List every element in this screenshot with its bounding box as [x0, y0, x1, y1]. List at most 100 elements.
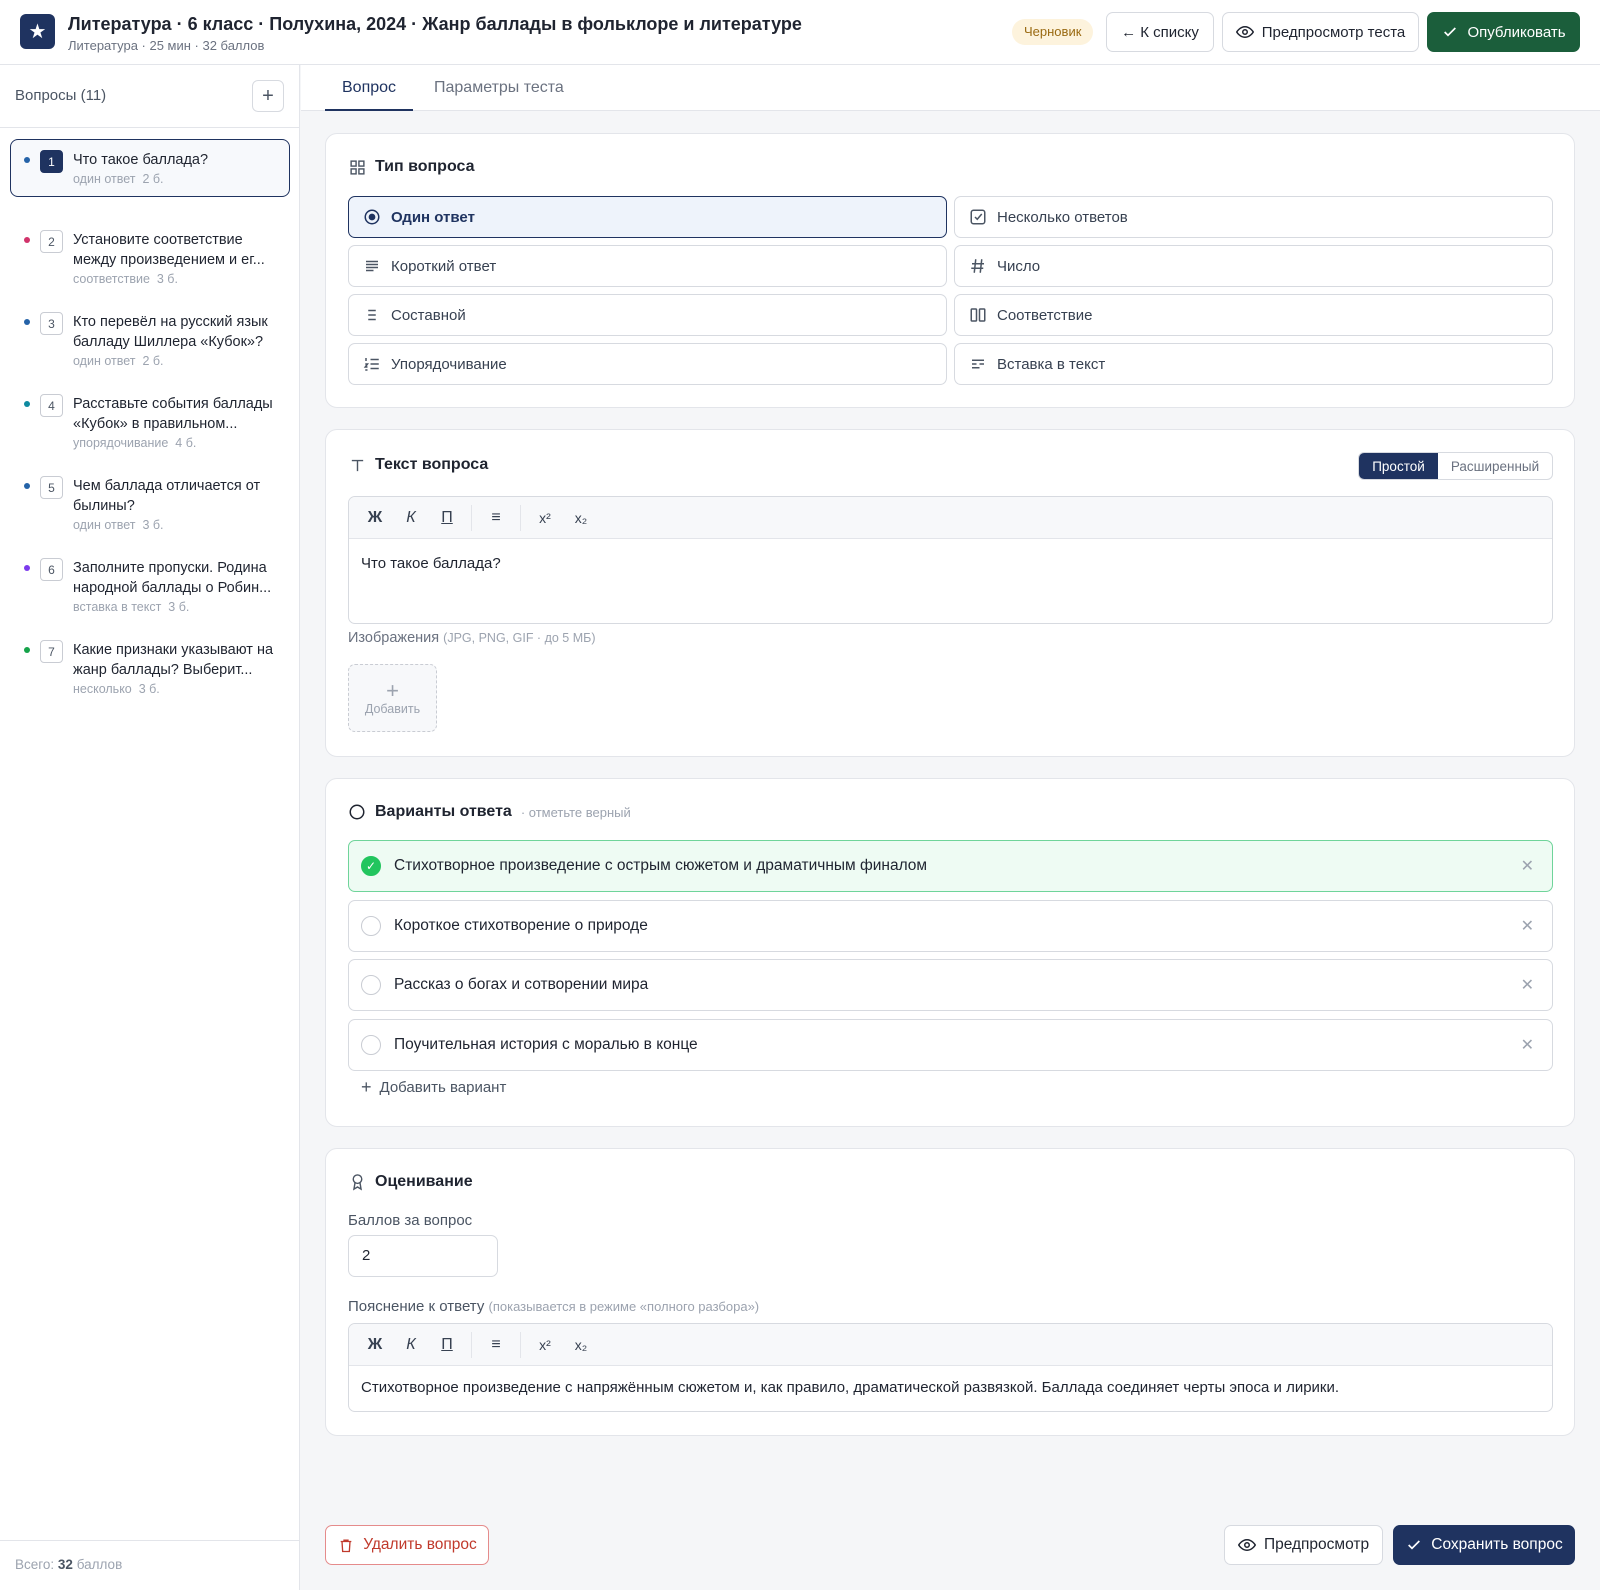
- hash-icon: [969, 257, 987, 275]
- text-type-icon: [348, 456, 366, 474]
- columns-icon: [969, 306, 987, 324]
- grading-heading: Оценивание: [348, 1173, 473, 1191]
- answer-option-text[interactable]: Поучительная история с моралью в конце: [394, 1036, 698, 1054]
- ordered-list-icon: [363, 355, 381, 373]
- toolbar-divider: [471, 504, 472, 531]
- question-item-6[interactable]: 6 Заполните пропуски. Родина народной ба…: [10, 547, 290, 629]
- radio-icon[interactable]: [361, 975, 381, 995]
- question-item-1[interactable]: 1 Что такое баллада? один ответ 2 б.: [10, 139, 290, 197]
- question-item-4[interactable]: 4 Расставьте события баллады «Кубок» в п…: [10, 383, 290, 465]
- mode-extended-button[interactable]: Расширенный: [1438, 453, 1552, 479]
- question-list: 1 Что такое баллада? один ответ 2 б. 2 У…: [10, 139, 290, 711]
- question-meta: упорядочивание 4 б.: [73, 436, 196, 450]
- type-label: Один ответ: [391, 208, 475, 226]
- question-item-7[interactable]: 7 Какие признаки указывают на жанр балла…: [10, 629, 290, 711]
- question-type: соответствие: [73, 272, 150, 286]
- question-text-editor: Ж К П ≡ x² x₂ Что такое баллада?: [348, 496, 1553, 624]
- add-question-button[interactable]: +: [252, 80, 284, 112]
- radio-circle-icon: [348, 803, 366, 821]
- radio-icon[interactable]: [361, 916, 381, 936]
- star-icon: ★: [20, 14, 55, 49]
- question-type-card: Тип вопроса Один ответ Несколько ответов…: [325, 133, 1575, 408]
- save-question-button[interactable]: Сохранить вопрос: [1393, 1525, 1575, 1565]
- question-type: один ответ: [73, 518, 136, 532]
- question-text-input[interactable]: Что такое баллада?: [349, 539, 1552, 623]
- question-title: Какие признаки указывают на жанр баллады…: [73, 642, 274, 678]
- question-number: 6: [40, 558, 63, 581]
- question-type: несколько: [73, 682, 132, 696]
- question-item-2[interactable]: 2 Установите соответствие между произвед…: [10, 219, 290, 301]
- add-option-label: Добавить вариант: [379, 1079, 507, 1096]
- bold-button[interactable]: Ж: [357, 503, 393, 533]
- points-label: Баллов за вопрос: [348, 1212, 473, 1229]
- check-circle-icon[interactable]: ✓: [361, 856, 381, 876]
- type-composite[interactable]: Составной: [348, 294, 947, 336]
- type-text-insert[interactable]: Вставка в текст: [954, 343, 1553, 385]
- total-points: Всего: 32 баллов: [0, 1540, 300, 1590]
- list-button[interactable]: ≡: [478, 503, 514, 533]
- radio-icon[interactable]: [361, 1035, 381, 1055]
- type-matching[interactable]: Соответствие: [954, 294, 1553, 336]
- points-input[interactable]: 2: [348, 1235, 498, 1277]
- underline-button[interactable]: П: [429, 1330, 465, 1360]
- answer-option: Короткое стихотворение о природе ✕: [348, 900, 1553, 952]
- questions-sidebar: Вопросы (11) + 1 Что такое баллада? один…: [0, 65, 300, 1590]
- subscript-button[interactable]: x₂: [563, 1330, 599, 1360]
- editor-toolbar: Ж К П ≡ x² x₂: [349, 1324, 1552, 1366]
- answer-option: Рассказ о богах и сотворении мира ✕: [348, 959, 1553, 1011]
- superscript-button[interactable]: x²: [527, 503, 563, 533]
- type-ordering[interactable]: Упорядочивание: [348, 343, 947, 385]
- sidebar-header: Вопросы (11) +: [0, 65, 300, 128]
- tab-test-settings[interactable]: Параметры теста: [417, 65, 581, 111]
- radio-target-icon: [363, 208, 381, 226]
- close-icon[interactable]: ✕: [1521, 975, 1534, 995]
- question-item-3[interactable]: 3 Кто перевёл на русский язык балладу Ши…: [10, 301, 290, 383]
- question-item-5[interactable]: 5 Чем баллада отличается от былины? один…: [10, 465, 290, 547]
- type-label: Число: [997, 257, 1041, 275]
- explanation-hint: (показывается в режиме «полного разбора»…: [488, 1299, 760, 1314]
- text-lines-icon: [363, 257, 381, 275]
- add-image-button[interactable]: + Добавить: [348, 664, 437, 732]
- question-number: 7: [40, 640, 63, 663]
- type-number[interactable]: Число: [954, 245, 1553, 287]
- type-single-answer[interactable]: Один ответ: [348, 196, 947, 238]
- type-label: Короткий ответ: [391, 257, 497, 275]
- preview-button[interactable]: Предпросмотр: [1224, 1525, 1383, 1565]
- question-type: один ответ: [73, 354, 136, 368]
- grading-card: Оценивание Баллов за вопрос 2 Пояснение …: [325, 1148, 1575, 1436]
- delete-question-button[interactable]: Удалить вопрос: [325, 1525, 489, 1565]
- back-to-list-button[interactable]: ← К списку: [1106, 12, 1214, 52]
- question-title: Кто перевёл на русский язык балладу Шилл…: [73, 314, 268, 350]
- question-points: 2 б.: [142, 354, 164, 368]
- question-type-title: Тип вопроса: [375, 158, 475, 175]
- subscript-button[interactable]: x₂: [563, 503, 599, 533]
- type-short-answer[interactable]: Короткий ответ: [348, 245, 947, 287]
- list-button[interactable]: ≡: [478, 1330, 514, 1360]
- check-icon: [1405, 1536, 1423, 1554]
- question-title: Что такое баллада?: [73, 152, 209, 168]
- superscript-button[interactable]: x²: [527, 1330, 563, 1360]
- question-text-title: Текст вопроса: [375, 456, 489, 473]
- images-hint: (JPG, PNG, GIF · до 5 МБ): [443, 631, 596, 645]
- total-points-prefix: Всего:: [15, 1557, 55, 1572]
- tab-question[interactable]: Вопрос: [325, 65, 414, 111]
- explanation-input[interactable]: Стихотворное произведение с напряжённым …: [349, 1366, 1552, 1411]
- explanation-editor: Ж К П ≡ x² x₂ Стихотворное произведение …: [348, 1323, 1553, 1412]
- italic-button[interactable]: К: [393, 1330, 429, 1360]
- underline-button[interactable]: П: [429, 503, 465, 533]
- type-multiple-answers[interactable]: Несколько ответов: [954, 196, 1553, 238]
- close-icon[interactable]: ✕: [1521, 856, 1534, 876]
- explanation-label-text: Пояснение к ответу: [348, 1298, 485, 1315]
- answer-option-text[interactable]: Стихотворное произведение с острым сюжет…: [394, 857, 927, 875]
- question-meta: один ответ 3 б.: [73, 518, 164, 532]
- bold-button[interactable]: Ж: [357, 1330, 393, 1360]
- close-icon[interactable]: ✕: [1521, 916, 1534, 936]
- italic-button[interactable]: К: [393, 503, 429, 533]
- answer-option-text[interactable]: Короткое стихотворение о природе: [394, 917, 648, 935]
- answer-option-text[interactable]: Рассказ о богах и сотворении мира: [394, 976, 648, 994]
- add-option-button[interactable]: + Добавить вариант: [361, 1077, 506, 1098]
- publish-button[interactable]: Опубликовать: [1427, 12, 1580, 52]
- close-icon[interactable]: ✕: [1521, 1035, 1534, 1055]
- preview-test-button[interactable]: Предпросмотр теста: [1222, 12, 1419, 52]
- mode-simple-button[interactable]: Простой: [1359, 453, 1438, 479]
